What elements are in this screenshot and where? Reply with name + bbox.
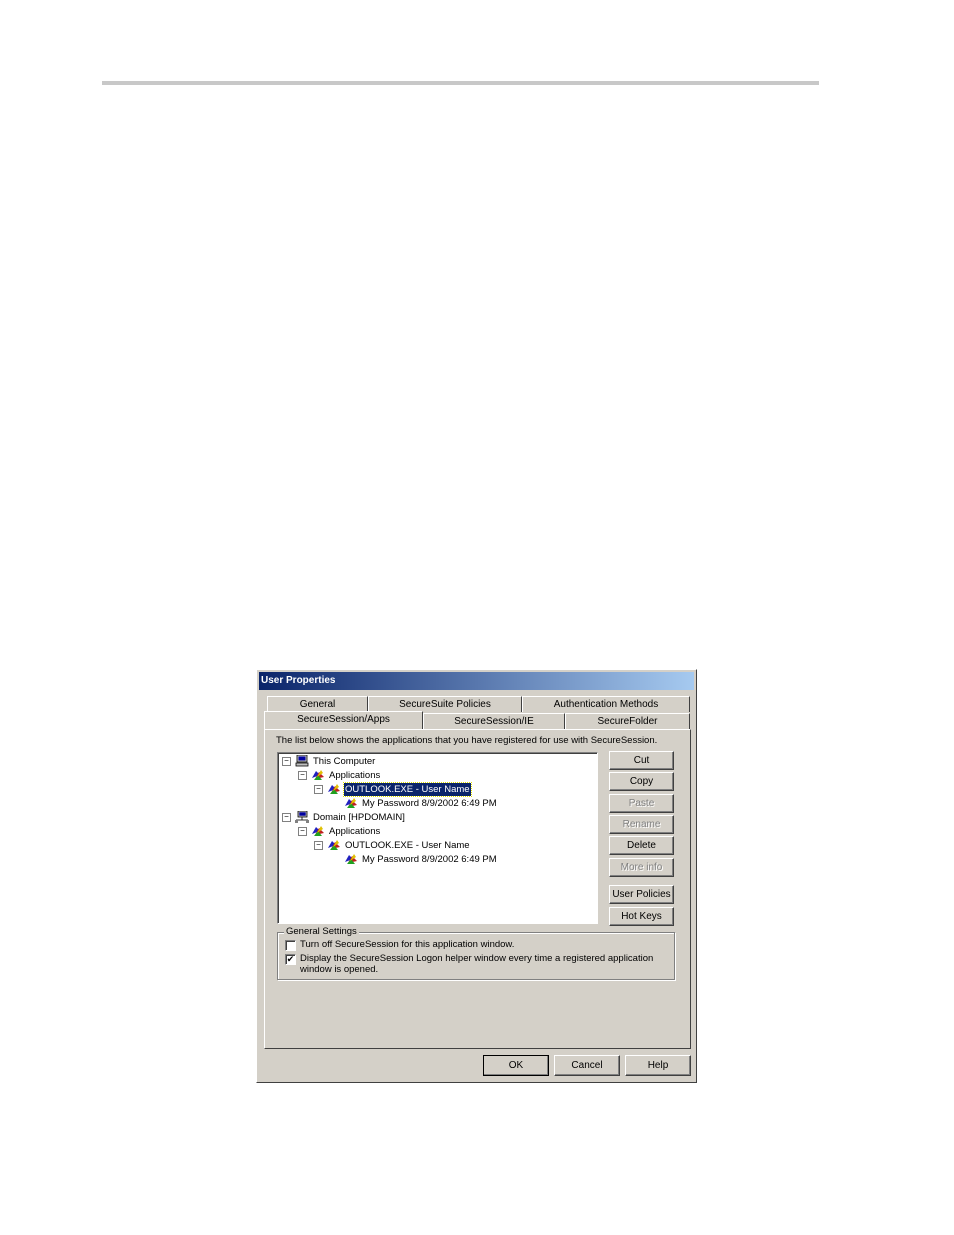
general-settings-group: General Settings Turn off SecureSession …: [277, 926, 675, 980]
tree-node-applications[interactable]: − Applications: [298, 769, 578, 782]
delete-button[interactable]: Delete: [609, 836, 674, 855]
tree-node-password-computer[interactable]: My Password 8/9/2002 6:49 PM: [344, 797, 574, 810]
collapse-icon[interactable]: −: [298, 771, 307, 780]
display-helper-label: Display the SecureSession Logon helper w…: [300, 953, 654, 975]
paste-button[interactable]: Paste: [609, 794, 674, 813]
general-settings-title: General Settings: [284, 926, 359, 938]
user-policies-button[interactable]: User Policies: [609, 885, 674, 904]
collapse-icon[interactable]: −: [314, 785, 323, 794]
password-icon: [345, 798, 357, 808]
checkmark-icon: ✔: [286, 954, 295, 964]
tab-securefolder[interactable]: SecureFolder: [565, 713, 690, 729]
application-icon: [328, 784, 340, 794]
application-tree[interactable]: − This Computer − Applications − OUTLOOK…: [277, 752, 598, 924]
computer-icon: [295, 755, 309, 767]
help-button[interactable]: Help: [625, 1055, 691, 1076]
collapse-icon[interactable]: −: [314, 841, 323, 850]
tree-node-label: My Password 8/9/2002 6:49 PM: [362, 854, 497, 865]
tree-node-label: Applications: [329, 826, 381, 837]
ok-button[interactable]: OK: [483, 1055, 549, 1076]
tree-node-label: OUTLOOK.EXE - User Name: [345, 840, 470, 851]
tree-node-label: Domain [HPDOMAIN]: [313, 812, 405, 823]
application-icon: [328, 840, 340, 850]
display-helper-checkbox[interactable]: ✔: [285, 954, 296, 965]
tab-securesession-ie[interactable]: SecureSession/IE: [423, 713, 565, 729]
user-properties-dialog: User Properties General SecureSuite Poli…: [256, 669, 697, 1083]
tab-securesession-apps[interactable]: SecureSession/Apps: [264, 711, 423, 729]
password-icon: [345, 854, 357, 864]
applications-icon: [312, 770, 324, 780]
copy-button[interactable]: Copy: [609, 772, 674, 791]
tree-node-password-domain[interactable]: My Password 8/9/2002 6:49 PM: [344, 853, 574, 866]
tree-node-outlook-computer[interactable]: − OUTLOOK.EXE - User Name: [314, 782, 574, 797]
domain-icon: [295, 811, 309, 823]
tab-securesuite-policies[interactable]: SecureSuite Policies: [368, 696, 522, 712]
tree-node-label-selected: OUTLOOK.EXE - User Name: [343, 782, 472, 797]
turn-off-label: Turn off SecureSession for this applicat…: [300, 939, 515, 950]
collapse-icon[interactable]: −: [282, 813, 291, 822]
applications-icon: [312, 826, 324, 836]
collapse-icon[interactable]: −: [298, 827, 307, 836]
hot-keys-button[interactable]: Hot Keys: [609, 907, 674, 926]
cut-button[interactable]: Cut: [609, 751, 674, 770]
cancel-button[interactable]: Cancel: [554, 1055, 620, 1076]
tab-authentication-methods[interactable]: Authentication Methods: [522, 696, 690, 712]
tree-node-label: This Computer: [313, 756, 376, 767]
more-info-button[interactable]: More info: [609, 858, 674, 877]
dialog-title: User Properties: [259, 672, 694, 690]
rename-button[interactable]: Rename: [609, 815, 674, 834]
tree-node-applications-domain[interactable]: − Applications: [298, 825, 578, 838]
page-header-rule: [102, 81, 819, 85]
panel-description: The list below shows the applications th…: [276, 735, 658, 746]
turn-off-checkbox[interactable]: [285, 940, 296, 951]
tree-node-this-computer[interactable]: − This Computer: [282, 755, 582, 768]
tree-node-outlook-domain[interactable]: − OUTLOOK.EXE - User Name: [314, 839, 574, 852]
collapse-icon[interactable]: −: [282, 757, 291, 766]
tree-node-label: My Password 8/9/2002 6:49 PM: [362, 798, 497, 809]
tab-panel-securesession-apps: The list below shows the applications th…: [264, 729, 691, 1049]
tab-general[interactable]: General: [267, 696, 368, 712]
tree-node-domain[interactable]: − Domain [HPDOMAIN]: [282, 811, 582, 824]
tree-node-label: Applications: [329, 770, 381, 781]
